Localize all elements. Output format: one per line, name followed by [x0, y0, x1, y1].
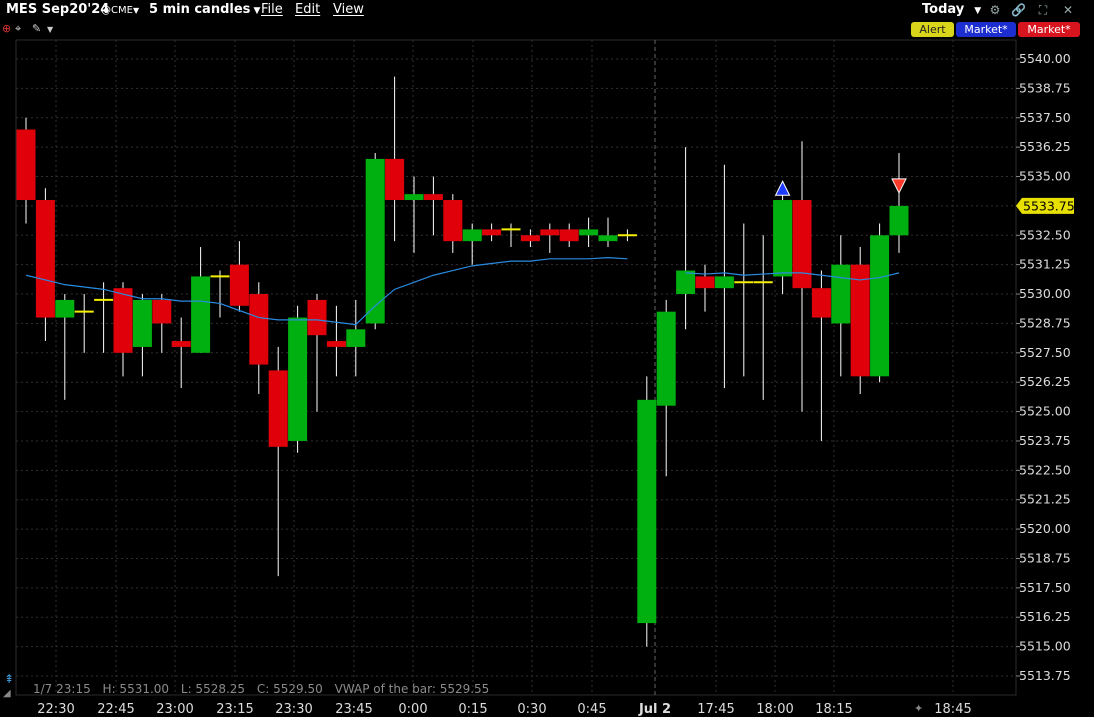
price-tick-label: 5522.50 — [1019, 462, 1071, 477]
bar-info-vwap: VWAP of the bar: 5529.55 — [335, 682, 490, 696]
price-tick-label: 5515.00 — [1019, 639, 1071, 654]
candle-up — [889, 205, 909, 236]
time-tick-label: 18:00 — [756, 702, 793, 717]
price-chart[interactable]: 5540.00 5538.75 5537.50 5536.25 5535.00 5533.… — [0, 0, 1094, 717]
candle-down — [326, 341, 346, 347]
price-tick-label: 5518.75 — [1019, 550, 1071, 565]
candle-up — [132, 299, 152, 347]
candle-down — [443, 200, 463, 242]
candle-up — [773, 200, 793, 277]
candle-up — [714, 276, 734, 289]
price-tick-label: 5531.25 — [1019, 257, 1071, 272]
price-tick-label: 5523.75 — [1019, 433, 1071, 448]
candle-down — [249, 294, 269, 365]
candle-up — [55, 299, 75, 318]
candle-down — [792, 200, 812, 289]
candle-down — [307, 299, 327, 336]
candle-down — [229, 264, 249, 306]
candle-up — [191, 276, 211, 353]
bar-info-datetime: 1/7 23:15 — [33, 682, 91, 696]
time-tick-label: 0:45 — [577, 702, 606, 717]
candle-up — [870, 235, 890, 377]
candle-down — [850, 264, 870, 377]
last-price: 5533.75 — [1016, 197, 1075, 214]
time-tick-label: Jul 2 — [638, 702, 671, 717]
time-tick-label: 23:00 — [156, 702, 193, 717]
price-tick-label: 5513.75 — [1019, 668, 1071, 683]
scroll-start-icon[interactable]: ⇞ — [4, 672, 14, 686]
time-tick-label: 18:45 — [934, 702, 971, 717]
price-tick-label: 5526.25 — [1019, 374, 1071, 389]
last-price-label: 5533.75 — [1023, 198, 1075, 213]
price-tick-label: 5540.00 — [1019, 51, 1071, 66]
scroll-left-icon[interactable]: ◢ — [3, 688, 11, 699]
scroll-end-icon[interactable]: ✦ — [914, 702, 923, 715]
price-tick-label: 5525.00 — [1019, 404, 1071, 419]
candle-up — [404, 194, 424, 201]
candle-down — [16, 129, 36, 201]
candle-down — [35, 200, 55, 318]
time-tick-label: 23:15 — [216, 702, 253, 717]
time-tick-label: 0:00 — [398, 702, 427, 717]
candle-up — [676, 270, 696, 295]
bar-info-close: C: 5529.50 — [257, 682, 323, 696]
candle-down — [482, 229, 502, 236]
price-tick-label: 5538.75 — [1019, 80, 1071, 95]
time-tick-label: 0:30 — [517, 702, 546, 717]
candle-up — [831, 264, 851, 324]
price-axis[interactable]: 5540.005538.755537.505536.255535.005533.… — [1016, 51, 1071, 683]
time-tick-label: 23:30 — [275, 702, 312, 717]
candle-up — [637, 399, 657, 624]
price-tick-label: 5520.00 — [1019, 521, 1071, 536]
price-tick-label: 5517.50 — [1019, 580, 1071, 595]
candle-down — [152, 299, 172, 324]
candle-down — [695, 276, 715, 289]
time-tick-label: 22:45 — [97, 702, 134, 717]
price-tick-label: 5516.25 — [1019, 609, 1071, 624]
candle-up — [598, 235, 618, 242]
candle-down — [559, 229, 579, 242]
candle-up — [462, 229, 482, 242]
price-tick-label: 5521.25 — [1019, 492, 1071, 507]
candle-up — [288, 317, 308, 441]
price-tick-label: 5532.50 — [1019, 227, 1071, 242]
candle-down — [811, 288, 831, 318]
time-tick-label: 17:45 — [697, 702, 734, 717]
price-tick-label: 5527.50 — [1019, 345, 1071, 360]
candle-down — [113, 288, 133, 353]
time-axis[interactable]: 22:30 22:45 23:00 23:15 23:30 23:45 0:00 0:15 0:… — [37, 702, 971, 717]
candle-down — [268, 370, 288, 447]
price-tick-label: 5528.75 — [1019, 315, 1071, 330]
candle-down — [540, 229, 560, 236]
price-tick-label: 5536.25 — [1019, 139, 1071, 154]
bar-info-low: L: 5528.25 — [181, 682, 245, 696]
price-tick-label: 5537.50 — [1019, 110, 1071, 125]
candle-down — [385, 158, 405, 201]
candle-down — [423, 194, 443, 201]
price-tick-label: 5535.00 — [1019, 169, 1071, 184]
candle-down — [520, 235, 540, 242]
time-tick-label: 18:15 — [815, 702, 852, 717]
bar-info-high: H: 5531.00 — [103, 682, 170, 696]
candle-up — [656, 311, 676, 406]
candle-up — [579, 229, 599, 236]
price-tick-label: 5530.00 — [1019, 286, 1071, 301]
time-tick-label: 0:15 — [458, 702, 487, 717]
candle-up — [365, 158, 385, 324]
time-tick-label: 23:45 — [335, 702, 372, 717]
candle-down — [171, 341, 191, 347]
candle-up — [346, 329, 366, 347]
time-tick-label: 22:30 — [37, 702, 74, 717]
